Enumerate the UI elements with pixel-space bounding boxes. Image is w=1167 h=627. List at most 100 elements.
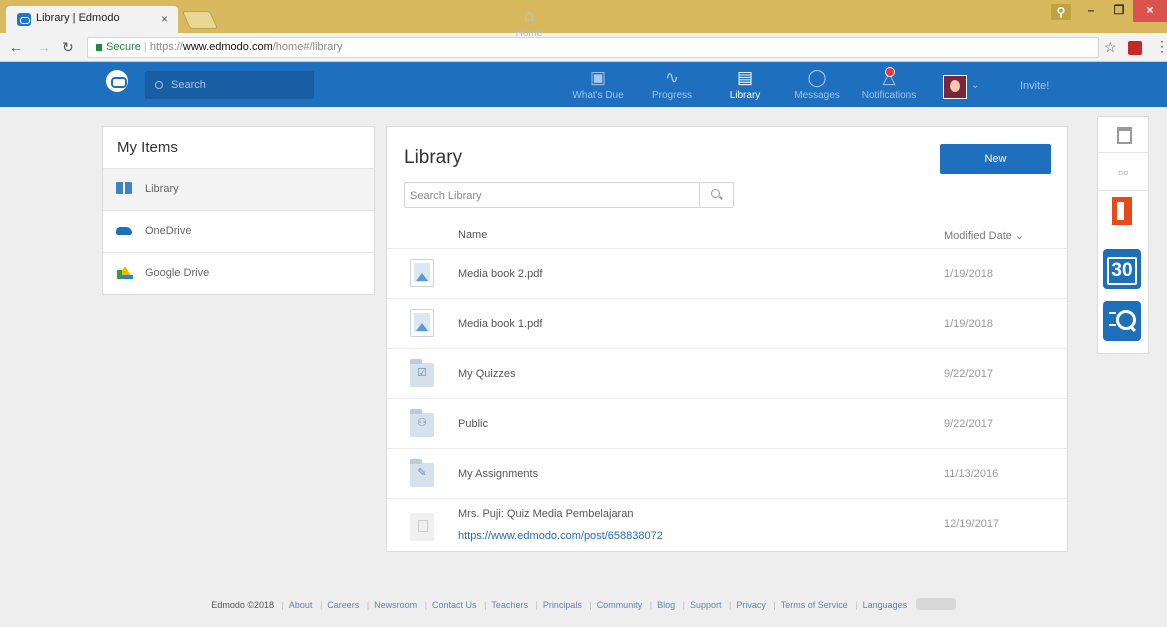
new-button[interactable]: New: [940, 144, 1051, 174]
page-title: Library: [404, 147, 463, 168]
library-book-icon: [116, 182, 132, 194]
footer-link-terms[interactable]: Terms of Service: [781, 600, 848, 610]
avatar[interactable]: [943, 75, 967, 99]
column-header-name[interactable]: Name: [458, 229, 487, 241]
footer-link-blog[interactable]: Blog: [657, 600, 675, 610]
edmodo-logo-icon[interactable]: [106, 70, 128, 92]
quiz-folder-icon: ☑: [410, 359, 434, 387]
calendar-app[interactable]: 30: [1098, 249, 1148, 293]
footer-link-community[interactable]: Community: [597, 600, 643, 610]
row-name[interactable]: Public: [458, 418, 488, 430]
row-name[interactable]: Mrs. Puji: Quiz Media Pembelajaran: [458, 508, 633, 520]
minimize-button[interactable]: –: [1077, 0, 1105, 22]
global-search-input[interactable]: Search: [145, 71, 314, 99]
pulse-icon: ∿: [664, 68, 680, 87]
table-row[interactable]: ☑ My Quizzes 9/22/2017: [387, 349, 1067, 399]
checkbox-icon: ☑: [417, 367, 427, 379]
nav-progress[interactable]: ∿ Progress: [647, 68, 697, 106]
search-placeholder: Search: [171, 79, 206, 91]
app-store-icon[interactable]: [1098, 117, 1148, 153]
footer-link-careers[interactable]: Careers: [327, 600, 359, 610]
assignment-folder-icon: ✎: [410, 459, 434, 487]
office-app[interactable]: [1098, 195, 1148, 235]
browser-tab-bar: Library | Edmodo × ⚲ – ❐ ×: [0, 0, 1167, 33]
forward-arrow-icon[interactable]: →: [37, 39, 51, 55]
sidebar-item-library[interactable]: Library: [103, 169, 374, 211]
nav-messages[interactable]: ◯ Messages: [788, 68, 846, 106]
nav-label: Messages: [794, 90, 840, 101]
sidebar-item-onedrive[interactable]: OneDrive: [103, 211, 374, 253]
sidebar-item-google-drive[interactable]: Google Drive: [103, 253, 374, 295]
footer-link-contact[interactable]: Contact Us: [432, 600, 477, 610]
lock-icon: [96, 44, 102, 51]
nav-label: Home: [515, 28, 543, 39]
table-row[interactable]: ✎ My Assignments 11/13/2016: [387, 449, 1067, 499]
nav-home[interactable]: ⌂ Home: [508, 6, 550, 44]
row-name[interactable]: Media book 1.pdf: [458, 318, 542, 330]
world-map-icon: [915, 598, 956, 610]
row-date: 1/19/2018: [944, 318, 993, 330]
footer-link-principals[interactable]: Principals: [543, 600, 582, 610]
calendar-frame: [1107, 257, 1137, 285]
office-icon: [1112, 197, 1132, 225]
row-date: 1/19/2018: [944, 268, 993, 280]
copyright: Edmodo ©2018: [211, 600, 275, 610]
house-icon: ⌂: [523, 6, 535, 25]
back-arrow-icon[interactable]: ←: [9, 39, 23, 55]
user-profile-icon[interactable]: ⚲: [1051, 4, 1071, 20]
close-window-button[interactable]: ×: [1133, 0, 1167, 22]
url-input[interactable]: Secure | https://www.edmodo.com/home#/li…: [87, 37, 1099, 58]
search-icon[interactable]: [699, 183, 733, 207]
tab-close-icon[interactable]: ×: [161, 12, 168, 26]
browser-menu-icon[interactable]: ⋮: [1155, 38, 1167, 55]
nav-library[interactable]: ▤ Library: [723, 68, 767, 106]
sidebar-item-label: Library: [145, 183, 179, 195]
nav-whats-due[interactable]: ▣ What's Due: [568, 68, 628, 106]
footer-link-privacy[interactable]: Privacy: [736, 600, 766, 610]
people-icon: ⚇: [417, 417, 427, 429]
public-folder-icon: ⚇: [410, 409, 434, 437]
footer-link-newsroom[interactable]: Newsroom: [374, 600, 417, 610]
browser-tab[interactable]: Library | Edmodo ×: [6, 6, 178, 33]
table-row[interactable]: Mrs. Puji: Quiz Media Pembelajaran https…: [387, 499, 1067, 552]
library-search-input[interactable]: Search Library: [404, 182, 734, 208]
calendar-icon: ▣: [589, 68, 607, 87]
nav-label: Library: [729, 90, 761, 101]
reload-icon[interactable]: ↻: [62, 39, 74, 56]
onedrive-icon: [116, 227, 132, 235]
column-header-modified-date[interactable]: Modified Date ⌄: [944, 229, 1024, 242]
google-drive-icon: [117, 266, 133, 279]
row-date: 9/22/2017: [944, 368, 993, 380]
footer: Edmodo ©2018 | About | Careers | Newsroom |…: [0, 598, 1167, 610]
chevron-down-icon[interactable]: ⌄: [971, 80, 979, 91]
nav-label: Notifications: [861, 90, 917, 101]
calendar-30-icon: 30: [1103, 249, 1141, 289]
row-name[interactable]: My Assignments: [458, 468, 538, 480]
table-row[interactable]: Media book 2.pdf 1/19/2018: [387, 249, 1067, 299]
apps-rail: ▫▫ 30: [1097, 116, 1149, 354]
table-row[interactable]: ⚇ Public 9/22/2017: [387, 399, 1067, 449]
quiz-app[interactable]: [1098, 301, 1148, 347]
library-icon: ▤: [736, 68, 754, 87]
row-name[interactable]: My Quizzes: [458, 368, 515, 380]
image-file-icon: [410, 309, 434, 337]
row-name[interactable]: Media book 2.pdf: [458, 268, 542, 280]
footer-link-teachers[interactable]: Teachers: [491, 600, 528, 610]
secure-label: Secure: [106, 41, 141, 53]
my-items-panel: My Items Library OneDrive Google Drive: [102, 126, 375, 295]
footer-link-support[interactable]: Support: [690, 600, 722, 610]
post-link[interactable]: https://www.edmodo.com/post/658838072: [458, 530, 663, 542]
apps-grid-icon[interactable]: ▫▫: [1098, 153, 1148, 191]
bookmark-star-icon[interactable]: ☆: [1104, 39, 1117, 56]
footer-link-languages[interactable]: Languages: [863, 600, 908, 610]
nav-label: What's Due: [572, 90, 624, 101]
table-row[interactable]: Media book 1.pdf 1/19/2018: [387, 299, 1067, 349]
library-search-placeholder: Search Library: [410, 190, 482, 202]
maximize-button[interactable]: ❐: [1105, 0, 1133, 22]
window-controls: ⚲ – ❐ ×: [1051, 0, 1167, 22]
invite-link[interactable]: Invite!: [1020, 80, 1049, 92]
edmodo-favicon-icon: [17, 13, 31, 26]
new-tab-button[interactable]: [181, 11, 219, 29]
extension-icon[interactable]: [1128, 41, 1142, 55]
footer-link-about[interactable]: About: [289, 600, 313, 610]
